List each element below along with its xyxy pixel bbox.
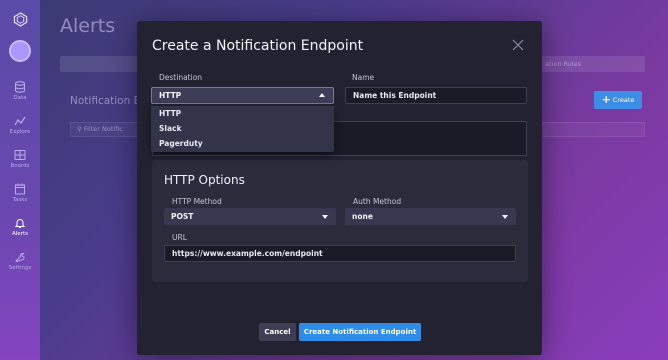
url-input[interactable]: https://www.example.com/endpoint [164,245,516,262]
sidebar-item-label: Boards [10,163,30,169]
search-icon: ⚲ [77,125,82,133]
auth-method-select[interactable]: none [345,208,516,225]
sidebar-item-label: Alerts [12,231,28,237]
destination-select[interactable]: HTTP [151,87,334,104]
sidebar: Data Explore Boards Tasks Alerts Setting… [0,0,40,360]
option-http[interactable]: HTTP [151,106,334,121]
bell-icon [14,219,26,228]
sidebar-item-boards[interactable]: Boards [0,142,40,176]
http-method-label: HTTP Method [172,197,222,206]
boards-icon [14,150,26,160]
destination-value: HTTP [159,91,182,100]
explore-icon [14,116,26,126]
http-method-value: POST [171,212,194,221]
destination-dropdown: HTTP Slack Pagerduty [151,106,334,152]
notification-endpoint-dialog: Create a Notification Endpoint Destinati… [137,21,542,355]
page-title: Alerts [60,15,116,37]
option-slack[interactable]: Slack [151,121,334,136]
sidebar-item-label: Tasks [12,197,28,203]
wrench-icon [15,252,25,263]
destination-label: Destination [159,73,203,82]
tasks-icon [15,183,25,195]
plus-icon: + [601,93,611,106]
chevron-down-icon [502,215,508,219]
http-method-select[interactable]: POST [164,208,336,225]
sidebar-item-label: Explore [9,129,31,135]
section-title: Notification En [70,95,147,107]
chevron-down-icon [322,215,328,219]
option-pagerduty[interactable]: Pagerduty [151,136,334,151]
name-label: Name [352,73,375,82]
name-input[interactable]: Name this Endpoint [345,87,527,104]
logo-icon[interactable] [0,0,40,38]
auth-method-value: none [352,212,373,221]
filter-placeholder: Filter Notific [83,125,123,133]
dialog-title: Create a Notification Endpoint [152,38,364,54]
url-label: URL [172,233,187,242]
data-icon [15,81,25,93]
http-options-panel: HTTP Options HTTP Method POST Auth Metho… [152,160,528,282]
sidebar-item-label: Data [13,95,27,101]
sidebar-item-label: Settings [8,265,32,271]
close-icon[interactable] [512,39,524,51]
create-button[interactable]: + Create [594,91,642,109]
create-endpoint-button[interactable]: Create Notification Endpoint [299,323,421,341]
sidebar-item-alerts[interactable]: Alerts [0,210,40,244]
tab-notification-rules[interactable]: ation Rules [545,56,581,72]
chevron-up-icon [319,93,325,97]
sidebar-item-data[interactable]: Data [0,74,40,108]
sidebar-item-settings[interactable]: Settings [0,244,40,278]
auth-method-label: Auth Method [353,197,402,206]
http-options-title: HTTP Options [164,173,245,187]
sidebar-item-explore[interactable]: Explore [0,108,40,142]
sidebar-item-tasks[interactable]: Tasks [0,176,40,210]
avatar[interactable] [9,40,31,62]
cancel-button[interactable]: Cancel [259,323,296,341]
create-label: Create [612,96,635,104]
